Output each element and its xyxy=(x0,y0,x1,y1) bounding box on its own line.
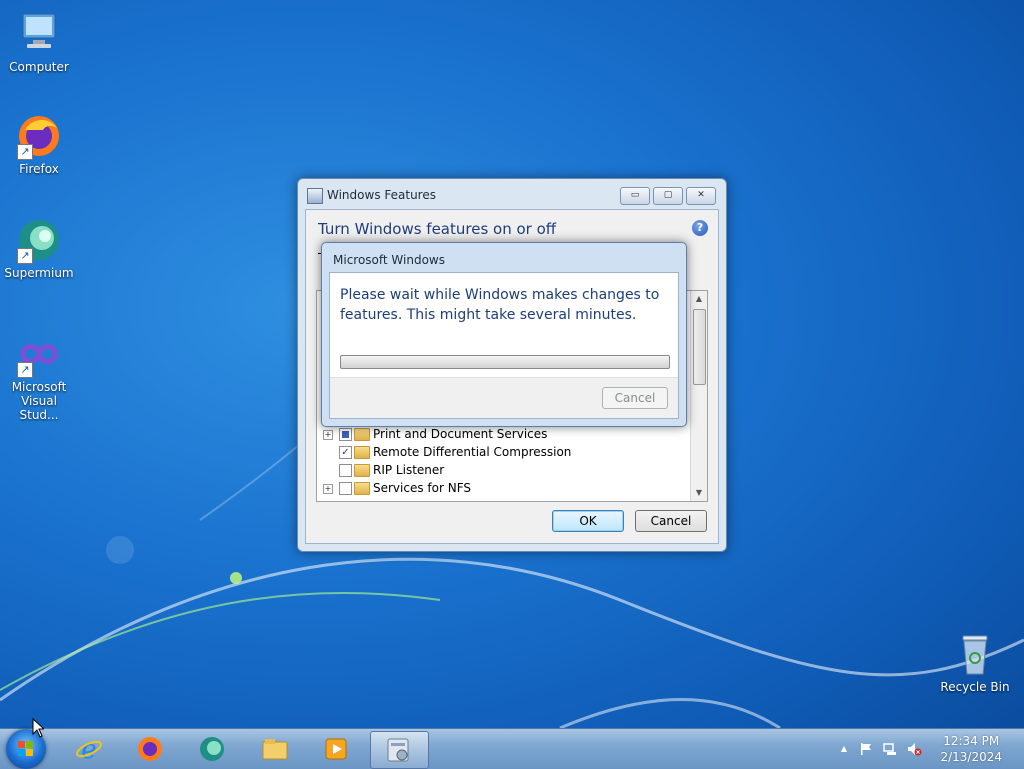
feature-label: Remote Differential Compression xyxy=(373,445,572,459)
recycle-bin-icon xyxy=(951,630,999,678)
volume-muted-icon[interactable] xyxy=(906,741,922,757)
close-button[interactable]: ✕ xyxy=(686,187,716,205)
tree-row-remote-differential[interactable]: ✓ Remote Differential Compression xyxy=(317,444,687,462)
desktop-icon-recycle-bin[interactable]: Recycle Bin xyxy=(937,630,1013,694)
tree-row-rip-listener[interactable]: RIP Listener xyxy=(317,462,687,480)
desktop-icon-supermium[interactable]: ↗ Supermium xyxy=(1,216,77,280)
progress-dialog: Microsoft Windows Please wait while Wind… xyxy=(321,242,687,427)
mouse-cursor-icon xyxy=(32,718,44,738)
desktop-icon-computer[interactable]: Computer xyxy=(1,10,77,74)
supermium-icon xyxy=(200,737,224,761)
feature-label: Services for NFS xyxy=(373,481,472,495)
taskbar-windows-features[interactable] xyxy=(370,731,429,769)
dialog-footer: Cancel xyxy=(330,377,678,418)
folder-icon xyxy=(354,428,370,441)
dialog-message: Please wait while Windows makes changes … xyxy=(340,287,660,323)
folder-icon xyxy=(354,482,370,495)
shortcut-arrow-icon: ↗ xyxy=(17,248,33,264)
tree-row-print-services[interactable]: + Print and Document Services xyxy=(317,426,687,444)
dialog-title: Microsoft Windows xyxy=(333,253,445,267)
folder-icon xyxy=(354,464,370,477)
firefox-icon xyxy=(138,737,162,761)
taskbar-file-explorer[interactable] xyxy=(248,731,302,767)
scroll-up-icon[interactable]: ▲ xyxy=(691,291,707,307)
maximize-button[interactable]: ▢ xyxy=(653,187,683,205)
system-tray: ▲ 12:34 PM 2/13/2024 xyxy=(834,729,1024,769)
expand-icon[interactable]: + xyxy=(323,430,333,440)
shortcut-arrow-icon: ↗ xyxy=(17,362,33,378)
desktop-icon-label: Recycle Bin xyxy=(940,680,1010,694)
taskbar-internet-explorer[interactable]: e xyxy=(62,731,116,767)
folder-icon xyxy=(354,446,370,459)
windows-features-icon xyxy=(307,188,323,204)
file-explorer-icon xyxy=(262,739,288,760)
shortcut-arrow-icon: ↗ xyxy=(17,144,33,160)
dialog-client: Please wait while Windows makes changes … xyxy=(329,272,679,419)
windows-logo-icon xyxy=(18,741,34,757)
show-hidden-icons-button[interactable]: ▲ xyxy=(836,741,852,757)
feature-checkbox[interactable] xyxy=(339,428,352,441)
desktop-icon-label: Firefox xyxy=(19,162,59,176)
desktop-icon-firefox[interactable]: ↗ Firefox xyxy=(1,112,77,176)
feature-checkbox[interactable] xyxy=(339,482,352,495)
windows-features-icon xyxy=(387,738,409,762)
internet-explorer-icon: e xyxy=(76,735,102,763)
scroll-thumb[interactable] xyxy=(693,309,706,385)
taskbar-supermium[interactable] xyxy=(185,731,239,767)
ok-button[interactable]: OK xyxy=(552,510,624,532)
taskbar-media-player[interactable] xyxy=(309,731,363,767)
feature-checkbox[interactable]: ✓ xyxy=(339,446,352,459)
supermium-icon: ↗ xyxy=(15,216,63,264)
tree-row-services-nfs[interactable]: + Services for NFS xyxy=(317,480,687,496)
action-center-flag-icon[interactable] xyxy=(858,741,874,757)
computer-icon xyxy=(15,10,63,58)
clock-date: 2/13/2024 xyxy=(940,750,1002,764)
window-titlebar[interactable]: Windows Features ▭ ▢ ✕ xyxy=(298,179,726,209)
desktop-icon-visual-studio[interactable]: ↗ Microsoft Visual Stud... xyxy=(1,330,77,422)
taskbar: e ▲ 12:34 PM 2/13/2024 xyxy=(0,728,1024,769)
dialog-cancel-button[interactable]: Cancel xyxy=(602,387,668,409)
help-icon[interactable]: ? xyxy=(692,220,708,236)
media-player-icon xyxy=(325,738,347,760)
scroll-down-icon[interactable]: ▼ xyxy=(691,485,707,501)
network-icon[interactable] xyxy=(882,741,898,757)
expand-icon[interactable]: + xyxy=(323,484,333,494)
desktop-icon-label: Computer xyxy=(9,60,69,74)
svg-text:e: e xyxy=(81,735,96,763)
firefox-icon: ↗ xyxy=(15,112,63,160)
feature-label: RIP Listener xyxy=(373,463,445,477)
cancel-button[interactable]: Cancel xyxy=(635,510,707,532)
feature-checkbox[interactable] xyxy=(339,464,352,477)
feature-label: Print and Document Services xyxy=(373,427,548,441)
minimize-button[interactable]: ▭ xyxy=(620,187,650,205)
progress-bar xyxy=(340,355,670,369)
desktop-icon-label: Supermium xyxy=(4,266,74,280)
taskbar-firefox[interactable] xyxy=(123,731,177,767)
page-title: Turn Windows features on or off xyxy=(318,220,557,238)
visual-studio-icon: ↗ xyxy=(15,330,63,378)
clock-time: 12:34 PM xyxy=(943,734,1000,748)
window-title: Windows Features xyxy=(327,188,436,202)
desktop-icon-label: Microsoft Visual Stud... xyxy=(11,380,67,422)
clock[interactable]: 12:34 PM 2/13/2024 xyxy=(940,733,1002,765)
vertical-scrollbar[interactable]: ▲ ▼ xyxy=(690,291,707,501)
